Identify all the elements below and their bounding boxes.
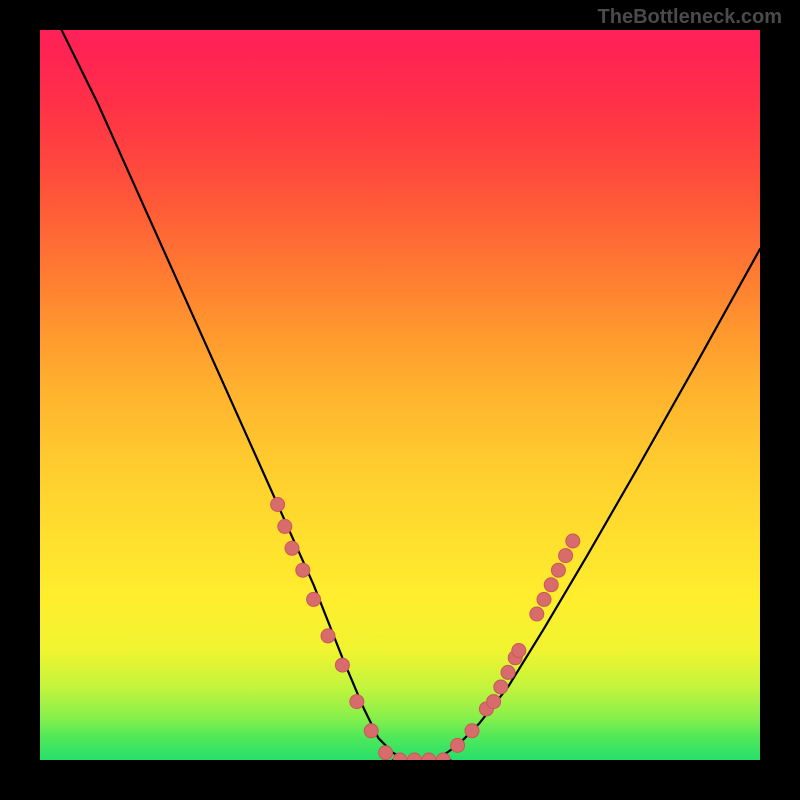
marker-point — [335, 658, 349, 672]
marker-point — [422, 753, 436, 760]
marker-point — [285, 541, 299, 555]
marker-point — [501, 665, 515, 679]
marker-point — [307, 592, 321, 606]
chart-container: TheBottleneck.com — [0, 0, 800, 800]
marker-point — [537, 592, 551, 606]
marker-point — [436, 753, 450, 760]
series-right-curve — [436, 249, 760, 760]
marker-point — [296, 563, 310, 577]
marker-point — [465, 724, 479, 738]
marker-point — [487, 695, 501, 709]
marker-point — [530, 607, 544, 621]
curve-svg — [40, 30, 760, 760]
marker-point — [321, 629, 335, 643]
marker-point — [566, 534, 580, 548]
series-left-curve — [62, 30, 408, 760]
plot-area — [40, 30, 760, 760]
markers-layer — [271, 498, 580, 761]
marker-point — [364, 724, 378, 738]
marker-point — [278, 519, 292, 533]
marker-point — [551, 563, 565, 577]
watermark-text: TheBottleneck.com — [598, 6, 782, 29]
marker-point — [559, 549, 573, 563]
lines-layer — [62, 30, 760, 760]
marker-point — [451, 738, 465, 752]
marker-point — [494, 680, 508, 694]
marker-point — [271, 498, 285, 512]
marker-point — [379, 746, 393, 760]
marker-point — [544, 578, 558, 592]
marker-point — [407, 753, 421, 760]
marker-point — [350, 695, 364, 709]
marker-point — [512, 644, 526, 658]
